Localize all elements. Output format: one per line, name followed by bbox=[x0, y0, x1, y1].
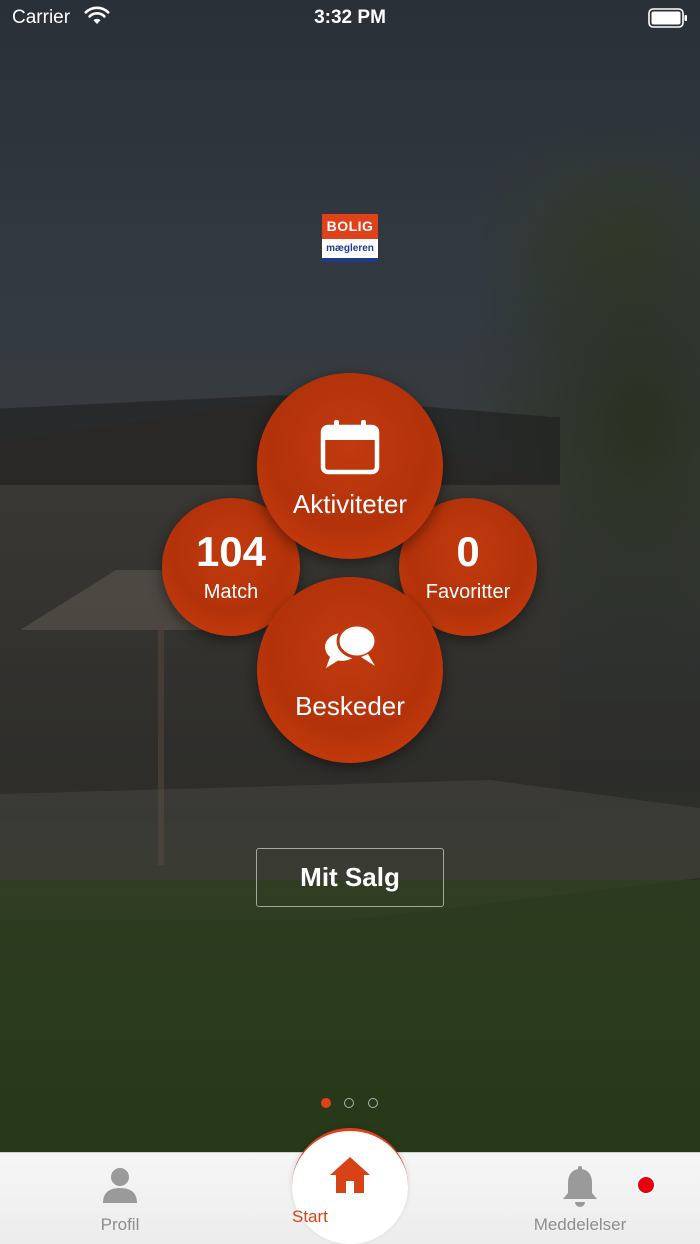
notification-badge bbox=[636, 1175, 656, 1195]
tab-start[interactable]: Start bbox=[292, 1128, 408, 1244]
clock: 3:32 PM bbox=[314, 7, 386, 28]
page-dot[interactable] bbox=[368, 1098, 378, 1108]
favoritter-label: Favoritter bbox=[425, 581, 511, 603]
match-count: 104 bbox=[195, 528, 267, 575]
aktiviteter-label: Aktiviteter bbox=[292, 489, 408, 519]
tab-start-label: Start bbox=[292, 1207, 328, 1226]
home-icon bbox=[328, 1155, 372, 1200]
beskeder-label: Beskeder bbox=[295, 691, 405, 721]
calendar-icon bbox=[320, 419, 380, 475]
page-dot[interactable] bbox=[344, 1098, 354, 1108]
logo-bottom-text: mægleren bbox=[326, 243, 374, 254]
beskeder-tile[interactable]: Beskeder bbox=[257, 577, 443, 763]
logo-top-text: BOLIG bbox=[322, 214, 378, 239]
aktiviteter-tile[interactable]: Aktiviteter bbox=[257, 373, 443, 559]
match-label: Match bbox=[203, 581, 259, 603]
person-icon bbox=[100, 1165, 140, 1210]
background-lawn bbox=[0, 880, 700, 1160]
bell-icon bbox=[560, 1165, 656, 1214]
brand-logo: BOLIG mægleren bbox=[322, 214, 378, 262]
logo-stripe bbox=[322, 258, 378, 262]
app-screen: Carrier 3:32 PM BOLIG mægleren 104 Match bbox=[0, 0, 700, 1244]
tab-profil[interactable]: Profil bbox=[60, 1153, 180, 1244]
page-indicator bbox=[0, 1098, 700, 1112]
battery-icon bbox=[648, 8, 688, 34]
tab-meddelelser[interactable]: Meddelelser bbox=[510, 1153, 656, 1244]
status-bar: Carrier 3:32 PM bbox=[0, 0, 700, 36]
tab-meddelelser-label: Meddelelser bbox=[533, 1215, 627, 1234]
favoritter-count: 0 bbox=[456, 528, 480, 575]
tab-profil-label: Profil bbox=[100, 1215, 140, 1234]
mit-salg-button[interactable]: Mit Salg bbox=[256, 848, 444, 907]
chat-bubbles-icon bbox=[320, 621, 380, 677]
page-dot-active[interactable] bbox=[321, 1098, 331, 1108]
